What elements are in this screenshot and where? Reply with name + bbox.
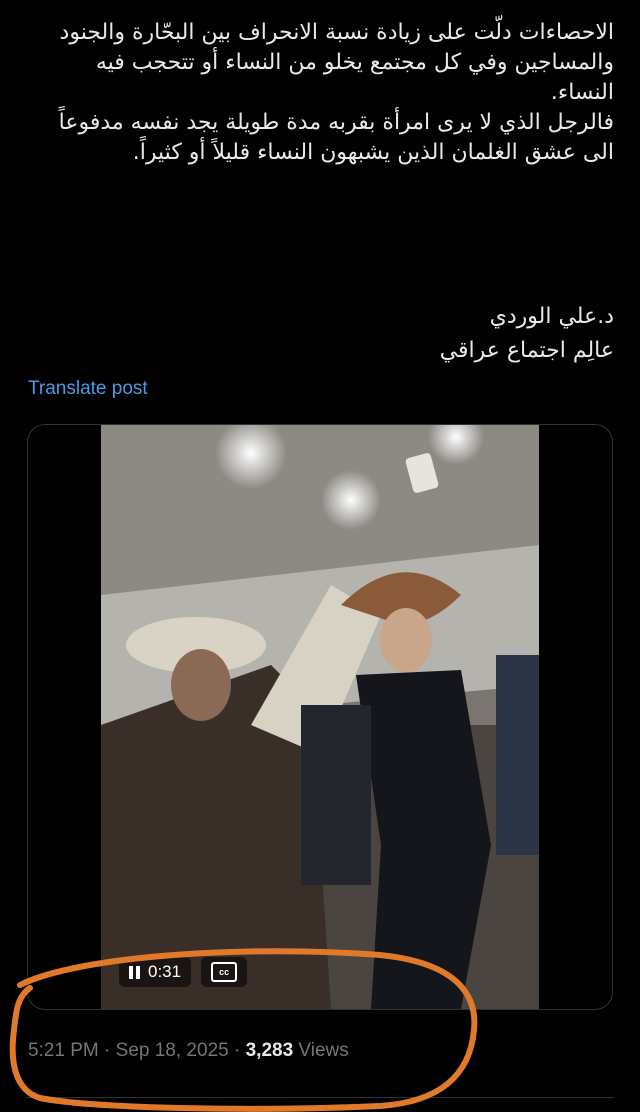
video-player[interactable]: 0:31 cc xyxy=(101,425,539,1009)
meta-separator: · xyxy=(233,1040,241,1061)
post-paragraph-2: فالرجل الذي لا يرى امرأة بقربه مدة طويلة… xyxy=(58,110,614,165)
post-text: الاحصاءات دلّت على زيادة نسبة الانحراف ب… xyxy=(28,18,614,168)
post-time[interactable]: 5:21 PM xyxy=(28,1040,99,1061)
views-count[interactable]: 3,283 xyxy=(246,1040,294,1061)
post-paragraph-1: الاحصاءات دلّت على زيادة نسبة الانحراف ب… xyxy=(59,20,614,105)
video-controls: 0:31 cc xyxy=(119,957,248,987)
author-line: د.علي الوردي xyxy=(489,304,614,329)
post-meta: 5:21 PM · Sep 18, 2025 · 3,283 Views xyxy=(28,1040,349,1062)
video-card[interactable]: 0:31 cc xyxy=(27,424,613,1010)
divider xyxy=(26,1097,614,1098)
video-elapsed-time: 0:31 xyxy=(148,962,182,981)
post-date[interactable]: Sep 18, 2025 xyxy=(116,1040,229,1061)
closed-captions-icon: cc xyxy=(211,962,238,982)
post-signature: د.علي الوردي عالِم اجتماع عراقي xyxy=(440,300,614,368)
playback-control[interactable]: 0:31 xyxy=(119,957,192,987)
pause-icon[interactable] xyxy=(129,965,140,979)
captions-button[interactable]: cc xyxy=(201,957,248,987)
views-label: Views xyxy=(298,1040,349,1061)
author-title: عالِم اجتماع عراقي xyxy=(439,338,614,363)
translate-post-link[interactable]: Translate post xyxy=(28,378,148,400)
video-frame-image xyxy=(101,425,539,1009)
meta-separator: · xyxy=(104,1040,111,1061)
